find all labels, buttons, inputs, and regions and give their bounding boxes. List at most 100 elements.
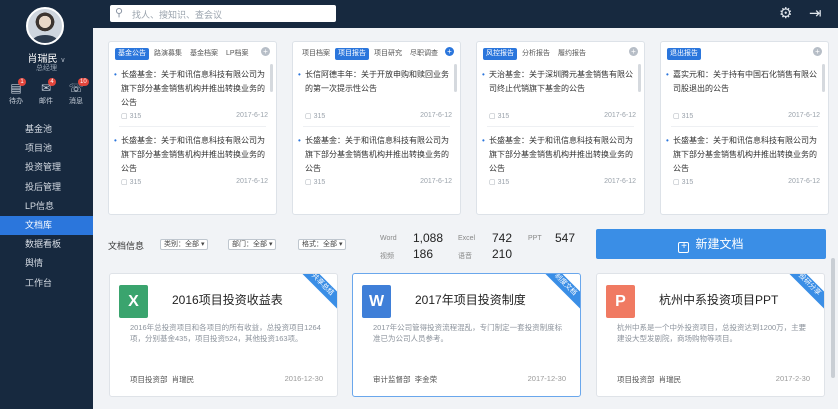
panel-tab[interactable]: LP档案 (223, 48, 252, 60)
announcement-link[interactable]: • 嘉实元和：关于持有中国石化销售有限公司股退出的公告 (666, 68, 820, 96)
panel-tab[interactable]: 尽职调查 (407, 48, 441, 60)
document-description: 杭州中系是一个中外投资项目，总投资达到1200万，主要建设大型发剧院，商场购物等… (617, 323, 807, 343)
announcement-date: 2017-6-12 (420, 112, 452, 119)
sidebar-item[interactable]: 投后管理 (0, 178, 93, 197)
bullet-icon: • (482, 136, 485, 145)
announcement-meta: ▢ 315 2017-6-12 (489, 178, 636, 186)
sidebar-item[interactable]: 基金池 (0, 120, 93, 139)
document-title[interactable]: 杭州中系投资项目PPT (659, 291, 778, 308)
document-card[interactable]: P 投研分享 杭州中系投资项目PPT 杭州中系是一个中外投资项目，总投资达到1200万… (596, 273, 825, 397)
announcement-date: 2017-6-12 (236, 112, 268, 119)
announcement-link[interactable]: • 天治基金：关于深圳腾元基金销售有限公司终止代销旗下基金的公告 (482, 68, 636, 96)
panel-tabs: 项目档案 项目报告 项目研究 尽职调查 + (299, 46, 454, 60)
sidebar-item[interactable]: 文档库 (0, 215, 93, 236)
sidebar-item[interactable]: 数据看板 (0, 235, 93, 254)
add-icon[interactable]: + (813, 47, 822, 56)
announcement-date: 2017-6-12 (788, 112, 820, 119)
sidebar-item[interactable]: 工作台 (0, 274, 93, 293)
department-select[interactable]: 部门：全部 ▾ (228, 239, 277, 250)
new-document-button[interactable]: + 新建文档 (596, 229, 826, 259)
panel-tab[interactable]: 基金公告 (115, 48, 149, 60)
panel-scrollbar[interactable] (822, 64, 825, 92)
panel-scrollbar[interactable] (638, 64, 641, 92)
announcement-date: 2017-6-12 (420, 178, 452, 185)
format-select[interactable]: 格式：全部 ▾ (298, 239, 347, 250)
sidebar-item[interactable]: 舆情 (0, 254, 93, 273)
document-footer: 项目投资部 肖瑞民 2017-2-30 (617, 374, 810, 385)
sidebar-item[interactable]: LP信息 (0, 197, 93, 216)
task-button[interactable]: ▤ 1 待办 (5, 78, 27, 106)
announcement-link[interactable]: • 长盛基金：关于和讯信息科技有限公司为旗下部分基金销售机构并推出转换业务的公告 (482, 134, 636, 176)
panel-scrollbar[interactable] (270, 64, 273, 92)
announcement-text: 长盛基金：关于和讯信息科技有限公司为旗下部分基金销售机构并推出转换业务的公告 (305, 136, 449, 173)
panel-tab[interactable]: 履约报告 (555, 48, 589, 60)
announcement-link[interactable]: • 长信阿德丰年：关于开放申购和赎回业务的第一次提示性公告 (298, 68, 452, 96)
bullet-icon: • (114, 136, 117, 145)
sidebar: 肖瑞民 ∨ 总经理 ▤ 1 待办 ✉ 4 邮件 ☏ 10 消息 基金池 项目池 投资… (0, 0, 93, 409)
sidebar-item[interactable]: 投资管理 (0, 158, 93, 177)
view-count: 315 (681, 179, 694, 186)
word-icon: W (362, 285, 391, 318)
document-footer: 项目投资部 肖瑞民 2016-12-30 (130, 374, 323, 385)
page-scrollbar[interactable] (831, 258, 835, 378)
panel-tab[interactable]: 项目档案 (299, 48, 333, 60)
document-owner: 李金荣 (414, 375, 438, 384)
sidebar-item[interactable]: 项目池 (0, 139, 93, 158)
view-count: 315 (129, 179, 142, 186)
add-icon[interactable]: + (629, 47, 638, 56)
panel-tab[interactable]: 风控报告 (483, 48, 517, 60)
user-role: 总经理 (36, 65, 57, 72)
panel-tabs: 风控报告 分析报告 履约报告 + (483, 46, 638, 60)
stat-value: 210 (492, 247, 513, 261)
category-select[interactable]: 类别：全部 ▾ (160, 239, 209, 250)
panel-tab[interactable]: 路演募集 (151, 48, 185, 60)
document-department: 审计监督部 (373, 375, 411, 384)
document-footer: 审计监督部 李金荣 2017-12-30 (373, 374, 566, 385)
message-badge: 10 (78, 78, 89, 86)
view-count: 315 (313, 113, 326, 120)
announcement-text: 嘉实元和：关于持有中国石化销售有限公司股退出的公告 (673, 70, 817, 93)
panel-tabs: 基金公告 路演募集 基金档案 LP档案 + (115, 46, 270, 60)
stat-value: 1,088 (413, 231, 444, 245)
document-card[interactable]: W 制度文档 2017年项目投资制度 2017年公司管得投资流程混乱，专门制定一套投资… (352, 273, 581, 397)
message-label: 消息 (69, 98, 83, 105)
document-department: 项目投资部 (130, 375, 168, 384)
search-input[interactable]: ⚲ 找人、搜知识、查会议 (110, 5, 336, 22)
gear-icon[interactable]: ⚙ (779, 4, 792, 22)
bullet-icon: • (298, 70, 301, 79)
panel-tab[interactable]: 基金档案 (187, 48, 221, 60)
announcement-link[interactable]: • 长盛基金：关于和讯信息科技有限公司为旗下部分基金销售机构并推出转换业务的公告 (666, 134, 820, 176)
top-bar: ⚲ 找人、搜知识、查会议 ⚙ ⇥ (93, 0, 838, 28)
panel-tab[interactable]: 退出报告 (667, 48, 701, 60)
stat-label: Word (380, 235, 397, 242)
announcement-meta: ▢ 315 2017-6-12 (673, 178, 820, 186)
panel-tab[interactable]: 分析报告 (519, 48, 553, 60)
document-ribbon: 共享总结 (294, 274, 337, 313)
document-title[interactable]: 2017年项目投资制度 (415, 291, 526, 308)
view-count: 315 (497, 113, 510, 120)
message-button[interactable]: ☏ 10 消息 (65, 78, 89, 106)
avatar[interactable] (26, 7, 64, 45)
logout-icon[interactable]: ⇥ (809, 4, 822, 22)
panel-tab[interactable]: 项目报告 (335, 48, 369, 60)
announcement-panel: 退出报告 + • 嘉实元和：关于持有中国石化销售有限公司股退出的公告 ▢ 315 2017… (660, 41, 829, 215)
new-document-label: 新建文档 (695, 237, 744, 251)
panel-scrollbar[interactable] (454, 64, 457, 92)
add-icon[interactable]: + (261, 47, 270, 56)
document-title[interactable]: 2016项目投资收益表 (172, 291, 283, 308)
announcement-meta: ▢ 315 2017-6-12 (121, 178, 268, 186)
add-icon[interactable]: + (445, 47, 454, 56)
divider (303, 126, 450, 127)
bullet-icon: • (666, 136, 669, 145)
announcement-link[interactable]: • 长盛基金：关于和讯信息科技有限公司为旗下部分基金销售机构并推出转换业务的公告 (298, 134, 452, 176)
announcement-meta: ▢ 315 2017-6-12 (305, 112, 452, 120)
document-owner: 肖瑞民 (171, 375, 195, 384)
announcement-text: 长盛基金：关于和讯信息科技有限公司为旗下部分基金销售机构并推出转换业务的公告 (121, 70, 265, 107)
panel-tab[interactable]: 项目研究 (371, 48, 405, 60)
bullet-icon: • (298, 136, 301, 145)
mail-button[interactable]: ✉ 4 邮件 (35, 78, 57, 106)
announcement-link[interactable]: • 长盛基金：关于和讯信息科技有限公司为旗下部分基金销售机构并推出转换业务的公告 (114, 134, 268, 176)
quick-icons: ▤ 1 待办 ✉ 4 邮件 ☏ 10 消息 (0, 78, 93, 108)
document-card[interactable]: X 共享总结 2016项目投资收益表 2016年总投资项目和各项目的所有收益，总投资项… (109, 273, 338, 397)
announcement-link[interactable]: • 长盛基金：关于和讯信息科技有限公司为旗下部分基金销售机构并推出转换业务的公告 (114, 68, 268, 110)
